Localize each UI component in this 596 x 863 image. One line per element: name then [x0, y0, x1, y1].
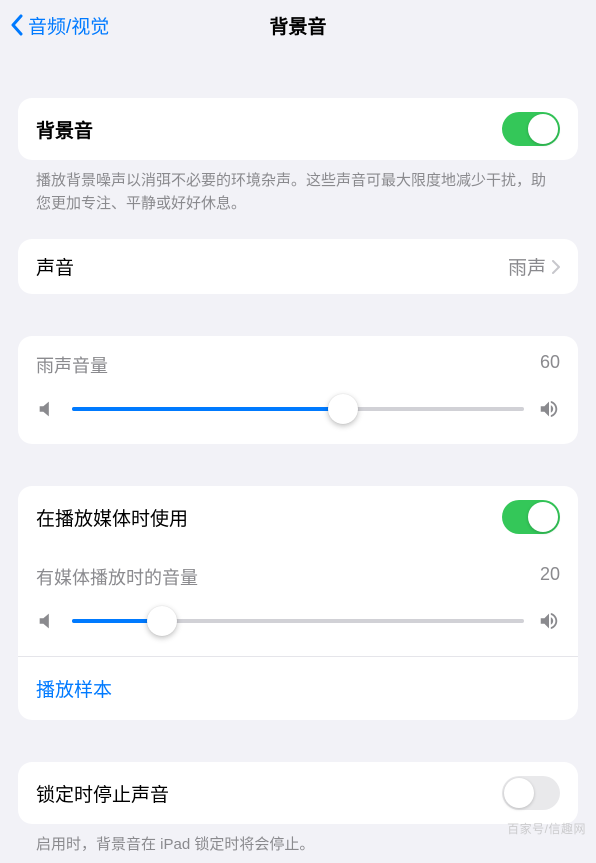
watermark: 百家号/信趣网 — [507, 820, 586, 837]
background-sound-label: 背景音 — [36, 116, 93, 143]
lock-stop-label: 锁定时停止声音 — [36, 780, 169, 807]
play-sample-row: 播放样本 — [18, 656, 578, 720]
master-toggle-group: 背景音 — [18, 98, 578, 160]
volume-low-icon — [36, 398, 58, 420]
page-title: 背景音 — [269, 12, 326, 39]
media-volume-label: 有媒体播放时的音量 — [36, 564, 198, 590]
rain-volume-value: 60 — [540, 352, 560, 378]
rain-volume-group: 雨声音量 60 — [18, 336, 578, 444]
lock-stop-toggle[interactable] — [502, 776, 560, 810]
media-use-toggle[interactable] — [502, 500, 560, 534]
background-sound-toggle-row: 背景音 — [18, 98, 578, 160]
lock-stop-group: 锁定时停止声音 — [18, 762, 578, 824]
media-use-label: 在播放媒体时使用 — [36, 504, 188, 531]
volume-high-icon — [538, 398, 560, 420]
rain-volume-slider[interactable] — [72, 407, 524, 411]
back-button[interactable]: 音频/视觉 — [10, 12, 109, 39]
sound-picker-row[interactable]: 声音 雨声 — [18, 239, 578, 294]
media-use-group: 在播放媒体时使用 有媒体播放时的音量 20 播放样 — [18, 486, 578, 720]
sound-picker-value: 雨声 — [508, 253, 546, 280]
media-volume-value: 20 — [540, 564, 560, 590]
nav-bar: 音频/视觉 背景音 — [0, 0, 596, 50]
play-sample-link[interactable]: 播放样本 — [36, 680, 112, 701]
chevron-left-icon — [10, 14, 24, 36]
background-sound-description: 播放背景噪声以消弭不必要的环境杂声。这些声音可最大限度地减少干扰，助您更加专注、… — [18, 160, 578, 221]
sound-picker-group: 声音 雨声 — [18, 239, 578, 294]
lock-stop-description: 启用时，背景音在 iPad 锁定时将会停止。 — [18, 824, 578, 863]
lock-stop-toggle-row: 锁定时停止声音 — [18, 762, 578, 824]
media-volume-slider[interactable] — [72, 619, 524, 623]
chevron-right-icon — [552, 260, 560, 274]
background-sound-toggle[interactable] — [502, 112, 560, 146]
sound-picker-label: 声音 — [36, 253, 74, 280]
volume-low-icon — [36, 610, 58, 632]
media-use-toggle-row: 在播放媒体时使用 — [18, 486, 578, 548]
back-label: 音频/视觉 — [28, 12, 109, 39]
volume-high-icon — [538, 610, 560, 632]
rain-volume-label: 雨声音量 — [36, 352, 108, 378]
